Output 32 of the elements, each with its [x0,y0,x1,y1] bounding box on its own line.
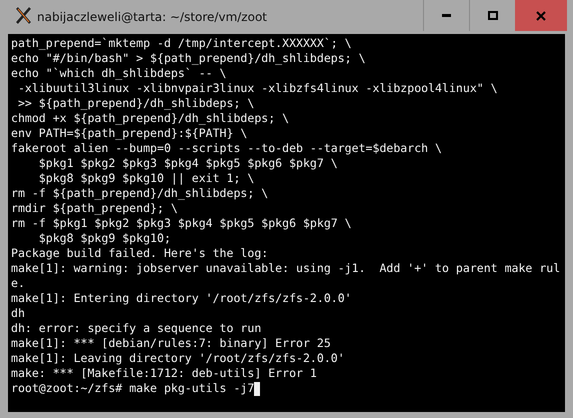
x-logo-icon [15,7,32,24]
terminal-line: $pkg8 $pkg9 $pkg10 || exit 1; \ [38,171,256,186]
minimize-icon [442,14,451,17]
window-title: nabijaczleweli@tarta: ~/store/vm/zoot [37,9,267,26]
terminal-line: e. [11,276,26,291]
terminal-line: $pkg1 $pkg2 $pkg3 $pkg4 $pkg5 $pkg6 $pkg7 \ [38,156,339,171]
terminal-prompt: root@zoot:~/zfs# [11,381,124,396]
terminal-line: make: *** [Makefile:1712: deb-utils] Error 1 [11,366,318,381]
terminal-line: make[1]: Entering directory '/root/zfs/zfs-2.0.0' [11,291,353,306]
terminal-line: Package build failed. Here's the log: [11,246,270,261]
cursor-block [254,382,260,396]
terminal-line: dh [11,306,26,321]
terminal-line: env PATH=${path_prepend}:${PATH} \ [11,126,248,141]
terminal-line: path_prepend=`mktemp -d /tmp/intercept.XXXXXX`; \ [11,36,353,51]
terminal-line: $pkg8 $pkg9 $pkg10; [38,231,172,246]
terminal-line: echo "#/bin/bash" > ${path_prepend}/dh_shlibdeps; \ [11,51,367,66]
terminal-line: rmdir ${path_prepend}; \ [11,201,179,216]
terminal-line: echo "`which dh_shlibdeps` -- \ [11,66,228,81]
close-icon [536,10,546,20]
terminal-line: dh: error: specify a sequence to run [11,321,262,336]
terminal-line: make[1]: warning: jobserver unavailable: using -j1. Add '+' to parent make rul [11,261,562,276]
terminal-line: rm -f ${path_prepend}/dh_shlibdeps; \ [11,186,270,201]
maximize-icon [488,11,498,20]
terminal-line: -xlibuutil3linux -xlibnvpair3linux -xlibzfs4linux -xlibzpool4linux" \ [16,81,499,96]
terminal-line: rm -f $pkg1 $pkg2 $pkg3 $pkg4 $pkg5 $pkg6 $pkg7 \ [11,216,353,231]
terminal-line: chmod +x ${path_prepend}/dh_shlibdeps; \ [11,111,290,126]
terminal-line: make[1]: *** [debian/rules:7: binary] Error 25 [11,336,332,351]
terminal-line: make[1]: Leaving directory '/root/zfs/zfs-2.0.0' [11,351,346,366]
terminal-line: >> ${path_prepend}/dh_shlibdeps; \ [16,96,256,111]
terminal-line: fakeroot alien --bump=0 --scripts --to-deb --target=$debarch \ [11,141,444,156]
terminal-command: make pkg-utils -j7 [129,381,254,396]
close-button[interactable] [515,0,567,31]
